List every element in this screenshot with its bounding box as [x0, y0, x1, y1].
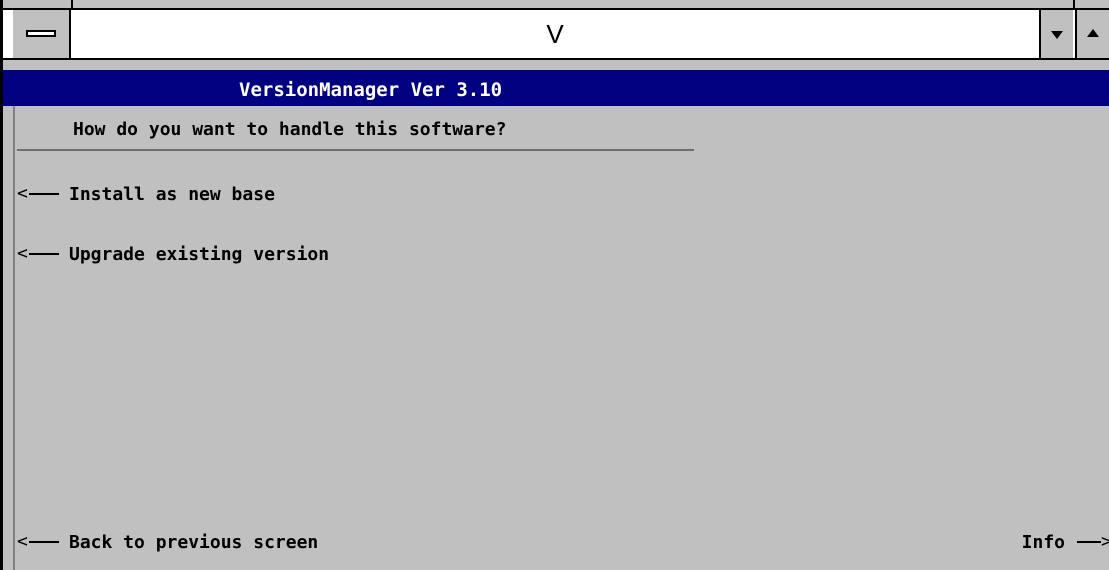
- option-label: Install as new base: [69, 183, 275, 205]
- arrow-line: [29, 253, 59, 255]
- triangle-up-icon: [1087, 29, 1099, 37]
- arrow-head: <: [17, 243, 28, 264]
- maximize-button[interactable]: [1075, 10, 1109, 58]
- arrow-line: [29, 541, 59, 543]
- info-button[interactable]: Info >: [1022, 529, 1109, 555]
- info-label: Info: [1021, 531, 1065, 553]
- option-upgrade-existing-version[interactable]: < Upgrade existing version: [17, 241, 329, 267]
- title-bar: V: [3, 8, 1109, 60]
- arrow-line: [1077, 541, 1101, 543]
- header-band: VersionManager Ver 3.10: [3, 70, 1109, 106]
- back-label: Back to previous screen: [69, 531, 319, 553]
- option-install-new-base[interactable]: < Install as new base: [17, 181, 275, 207]
- option-label: Upgrade existing version: [69, 243, 330, 265]
- system-menu-button[interactable]: [13, 10, 71, 58]
- arrow-head: <: [17, 183, 28, 204]
- window-title: V: [546, 19, 564, 49]
- arrow-head: >: [1101, 532, 1109, 552]
- horizontal-rule: [17, 149, 694, 151]
- right-arrow-icon: >: [1077, 532, 1109, 552]
- triangle-down-icon: [1051, 31, 1063, 39]
- application-window: V VersionManager Ver 3.10 How do you wan…: [0, 0, 1109, 570]
- arrow-line: [29, 193, 59, 195]
- title-bar-divider: [1073, 0, 1075, 10]
- left-arrow-icon: <: [17, 184, 69, 204]
- title-bar-divider: [71, 0, 73, 10]
- prompt-question: How do you want to handle this software?: [73, 119, 507, 140]
- app-version-title: VersionManager Ver 3.10: [239, 79, 503, 101]
- left-arrow-icon: <: [17, 244, 69, 264]
- back-to-previous-screen-button[interactable]: < Back to previous screen: [17, 529, 318, 555]
- left-arrow-icon: <: [17, 532, 69, 552]
- minimize-button[interactable]: [1039, 10, 1073, 58]
- arrow-head: <: [17, 531, 28, 552]
- system-menu-icon: [26, 30, 56, 37]
- left-edge-divider: [13, 106, 15, 570]
